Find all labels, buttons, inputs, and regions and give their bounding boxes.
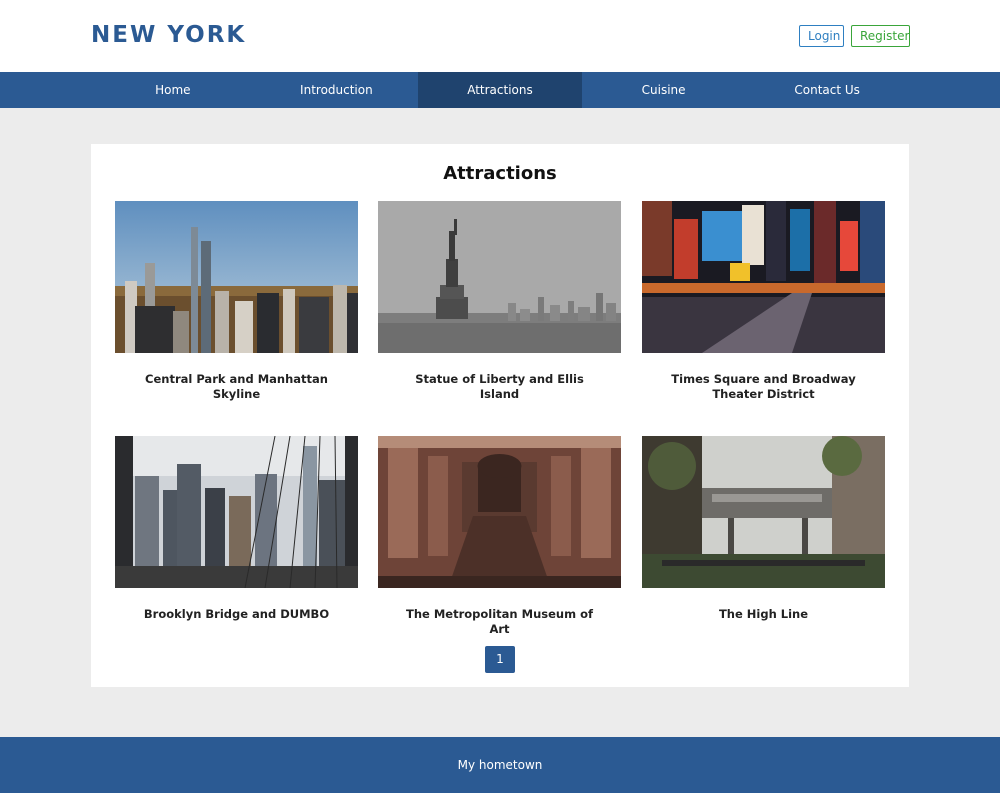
card-title: The High Line — [718, 607, 809, 621]
register-button[interactable]: Register — [851, 25, 910, 47]
nav-item-contact-us[interactable]: Contact Us — [745, 72, 909, 108]
times-square-image[interactable] — [642, 201, 885, 353]
site-footer: My hometown — [0, 737, 1000, 793]
site-brand[interactable]: NEW YORK — [91, 22, 246, 48]
attraction-card[interactable]: Brooklyn Bridge and DUMBO — [115, 436, 358, 622]
pagination-page-1-button[interactable]: 1 — [485, 646, 515, 673]
card-title: Brooklyn Bridge and DUMBO — [143, 607, 330, 621]
attraction-card[interactable]: The Metropolitan Museum of Art — [378, 436, 621, 637]
nav-item-introduction[interactable]: Introduction — [255, 72, 419, 108]
footer-text: My hometown — [457, 758, 543, 772]
site-header: NEW YORK Login Register — [0, 0, 1000, 72]
brooklyn-bridge-image[interactable] — [115, 436, 358, 588]
attraction-card[interactable]: Statue of Liberty and Ellis Island — [378, 201, 621, 402]
high-line-image[interactable] — [642, 436, 885, 588]
attraction-card[interactable]: The High Line — [642, 436, 885, 622]
login-button[interactable]: Login — [799, 25, 844, 47]
attraction-card[interactable]: Central Park and Manhattan Skyline — [115, 201, 358, 402]
attractions-panel: Attractions Central Park and Manhattan S… — [91, 144, 909, 687]
card-title: Times Square and Broadway Theater Distri… — [671, 372, 856, 401]
statue-of-liberty-image[interactable] — [378, 201, 621, 353]
card-title: Statue of Liberty and Ellis Island — [415, 372, 584, 401]
nav-item-attractions[interactable]: Attractions — [418, 72, 582, 108]
page-title: Attractions — [443, 163, 557, 184]
card-title: The Metropolitan Museum of Art — [406, 607, 593, 636]
main-nav: Home Introduction Attractions Cuisine Co… — [0, 72, 1000, 108]
nav-item-home[interactable]: Home — [91, 72, 255, 108]
nav-item-cuisine[interactable]: Cuisine — [582, 72, 746, 108]
attraction-card[interactable]: Times Square and Broadway Theater Distri… — [642, 201, 885, 402]
metropolitan-museum-image[interactable] — [378, 436, 621, 588]
central-park-skyline-image[interactable] — [115, 201, 358, 353]
card-title: Central Park and Manhattan Skyline — [145, 372, 328, 401]
